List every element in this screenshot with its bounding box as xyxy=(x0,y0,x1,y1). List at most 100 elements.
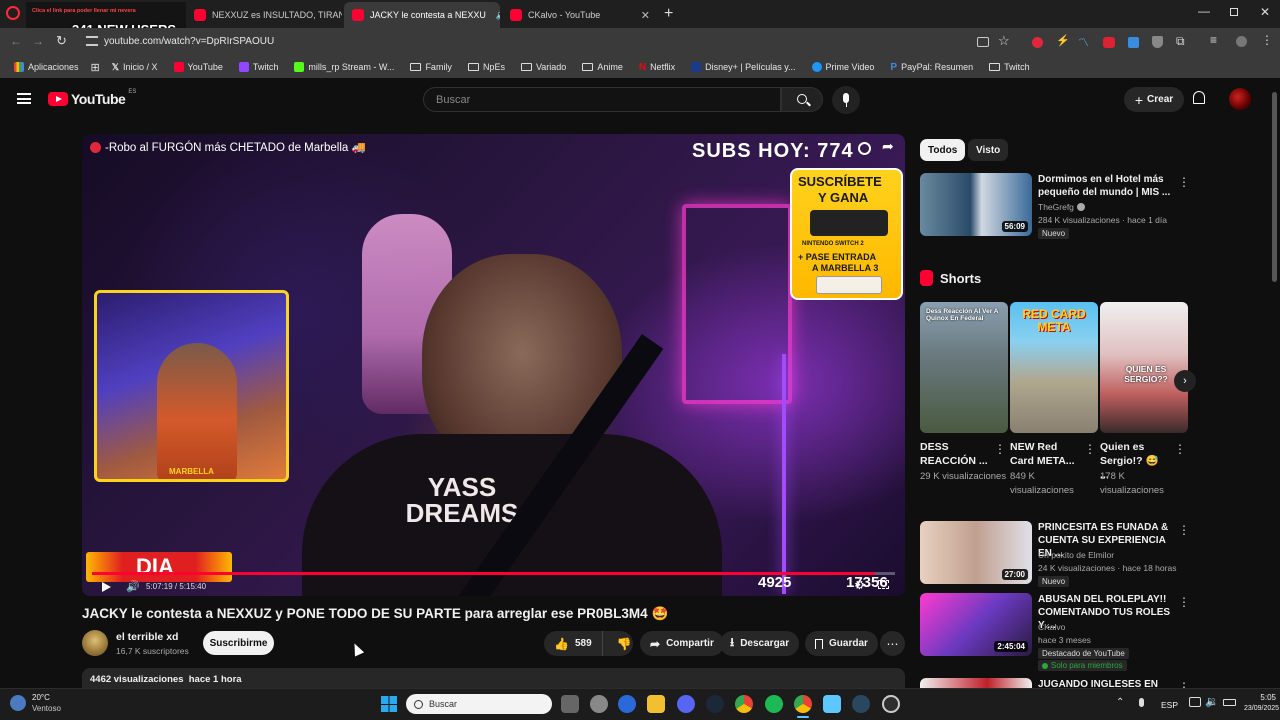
short-item[interactable]: RED CARD META NEW Red Card META... 849 K… xyxy=(1010,302,1098,496)
taskbar-search[interactable]: Buscar xyxy=(406,694,552,714)
minimize-button[interactable]: — xyxy=(1198,4,1210,18)
short-item[interactable]: Dess Reacción Al Ver A Quinox En Federal… xyxy=(920,302,1008,482)
channel-name[interactable]: el terrible xd xyxy=(116,631,178,643)
browser-menu-icon[interactable]: ⋮ xyxy=(1261,33,1273,47)
page-scrollbar[interactable] xyxy=(1272,92,1277,282)
search-input[interactable]: Buscar xyxy=(423,87,781,112)
install-app-icon[interactable] xyxy=(977,37,989,47)
network-icon[interactable] xyxy=(1189,697,1201,707)
extensions-puzzle-icon[interactable]: ⧉ xyxy=(1176,34,1185,49)
url-field[interactable]: youtube.com/watch?v=DpRIrSPAOUU xyxy=(104,36,274,47)
related-video[interactable]: 56:09 Dormimos en el Hotel más pequeño d… xyxy=(920,173,1190,243)
save-button[interactable]: Guardar xyxy=(805,631,878,656)
youtube-logo[interactable]: YouTube ES xyxy=(48,89,136,107)
related-video[interactable]: 27:00 PRINCESITA ES FUNADA & CUENTA SU E… xyxy=(920,521,1190,591)
share-video-icon[interactable]: ➦ xyxy=(882,138,894,155)
shorts-next-button[interactable]: › xyxy=(1174,370,1196,392)
file-explorer-icon[interactable] xyxy=(647,695,665,713)
clock[interactable]: 5:05 23/09/2025 xyxy=(1244,692,1279,714)
notepad-icon[interactable] xyxy=(823,695,841,713)
bookmark-npes[interactable]: NpEs xyxy=(460,56,513,78)
extension-lightning-icon[interactable]: ⚡ xyxy=(1056,34,1070,47)
related-video[interactable]: JUGANDO INGLESES EN ⋮ xyxy=(920,678,1190,688)
subscribe-button[interactable]: Suscribirme xyxy=(203,631,274,655)
bookmark-grid[interactable]: ⊞ xyxy=(87,56,104,78)
reading-list-icon[interactable]: ≡ xyxy=(1210,33,1217,47)
bookmark-disney[interactable]: Disney+ | Películas y... xyxy=(683,56,803,78)
extension-badge-icon[interactable] xyxy=(1103,37,1115,48)
bookmark-netflix[interactable]: N Netflix xyxy=(631,56,683,78)
more-vertical-icon[interactable]: ⋮ xyxy=(1178,595,1190,609)
extension-red-icon[interactable] xyxy=(1032,37,1043,48)
back-icon[interactable]: ← xyxy=(10,34,22,48)
start-button[interactable] xyxy=(381,696,397,712)
create-button[interactable]: + Crear xyxy=(1124,87,1184,112)
hamburger-menu-icon[interactable] xyxy=(17,93,31,104)
download-button[interactable]: ⭳ Descargar xyxy=(720,631,800,656)
new-tab-button[interactable]: + xyxy=(664,5,673,23)
avatar[interactable] xyxy=(1229,88,1251,110)
bookmark-apps[interactable]: Aplicaciones xyxy=(6,56,87,78)
tray-chevron-icon[interactable]: ⌃ xyxy=(1116,697,1124,708)
edge-browser-icon[interactable] xyxy=(618,695,636,713)
bookmark-anime[interactable]: Anime xyxy=(574,56,631,78)
close-tab-icon[interactable]: ✕ xyxy=(641,9,650,22)
bookmark-star-icon[interactable]: ☆ xyxy=(998,33,1010,49)
play-icon[interactable] xyxy=(102,582,111,592)
more-vertical-icon[interactable]: ⋮ xyxy=(1178,523,1190,537)
close-window-button[interactable]: ✕ xyxy=(1260,5,1270,19)
discord-icon[interactable] xyxy=(677,695,695,713)
more-vertical-icon[interactable]: ⋮ xyxy=(1174,442,1186,456)
channel-avatar[interactable] xyxy=(82,630,108,656)
chrome-active-icon[interactable] xyxy=(794,695,812,713)
app-icon-circle[interactable] xyxy=(590,695,608,713)
chip-visto[interactable]: Visto xyxy=(968,139,1009,161)
settings-gear-icon[interactable]: ⚙ xyxy=(854,578,865,592)
spotify-icon[interactable] xyxy=(765,695,783,713)
site-info-icon[interactable] xyxy=(86,36,98,46)
description-box[interactable]: 4462 visualizaciones hace 1 hora xyxy=(82,668,905,690)
watch-later-icon[interactable] xyxy=(858,142,871,155)
chip-todos[interactable]: Todos xyxy=(920,139,966,161)
tab-jacky-active[interactable]: JACKY le contesta a NEXXU 🔊 ✕ xyxy=(344,2,500,28)
related-video[interactable]: 2:45:04 ABUSAN DEL ROLEPLAY!! COMENTANDO… xyxy=(920,593,1190,671)
notifications-bell-icon[interactable] xyxy=(1193,91,1205,104)
bookmark-kick[interactable]: mills_rp Stream - W... xyxy=(286,56,402,78)
forward-icon[interactable]: → xyxy=(32,34,44,48)
battery-icon[interactable] xyxy=(1223,699,1236,706)
bookmark-x[interactable]: 𝕏 Inicio / X xyxy=(104,56,166,78)
dislike-button[interactable]: 👎 xyxy=(609,637,640,651)
more-vertical-icon[interactable]: ⋮ xyxy=(1178,680,1190,688)
obs-icon[interactable] xyxy=(882,695,900,713)
extension-shield-icon[interactable] xyxy=(1152,36,1163,48)
fullscreen-icon[interactable] xyxy=(878,580,889,589)
volume-tray-icon[interactable]: 🔉 xyxy=(1205,695,1219,708)
more-vertical-icon[interactable]: ⋮ xyxy=(994,442,1006,456)
profile-icon[interactable] xyxy=(1236,36,1247,47)
bookmark-family[interactable]: Family xyxy=(402,56,460,78)
more-vertical-icon[interactable]: ⋮ xyxy=(1178,175,1190,189)
short-item[interactable]: QUIEN ES SERGIO?? Quien es Sergio!? 😅 ..… xyxy=(1100,302,1188,496)
bookmark-paypal[interactable]: P PayPal: Resumen xyxy=(882,56,981,78)
extension-blue-icon[interactable] xyxy=(1128,37,1139,48)
tray-mic-icon[interactable] xyxy=(1139,698,1144,707)
restore-button[interactable] xyxy=(1230,8,1238,16)
reload-icon[interactable]: ↻ xyxy=(56,33,67,49)
share-button[interactable]: ➦ Compartir xyxy=(640,631,724,656)
more-vertical-icon[interactable]: ⋮ xyxy=(1084,442,1096,456)
speaker-icon[interactable]: 🔊 xyxy=(496,10,500,21)
like-button[interactable]: 👍 589 xyxy=(544,631,603,656)
steam-icon-2[interactable] xyxy=(852,695,870,713)
search-button[interactable] xyxy=(781,87,823,112)
task-view-icon[interactable] xyxy=(561,695,579,713)
bookmark-variado[interactable]: Variado xyxy=(513,56,574,78)
video-player[interactable]: YASS DREAMS -Robo al FURGÓN más CHETADO … xyxy=(82,134,905,596)
bookmark-prime[interactable]: Prime Video xyxy=(804,56,883,78)
voice-search-button[interactable] xyxy=(832,86,860,114)
lang-indicator[interactable]: ESP xyxy=(1161,700,1178,710)
bookmark-youtube[interactable]: YouTube xyxy=(166,56,231,78)
opera-logo-icon[interactable] xyxy=(6,6,20,20)
volume-icon[interactable]: 🔊 xyxy=(126,580,140,593)
tab-nexxuz-insultado[interactable]: NEXXUZ es INSULTADO, TIRAN ✕ xyxy=(186,2,342,28)
steam-icon[interactable] xyxy=(706,695,724,713)
